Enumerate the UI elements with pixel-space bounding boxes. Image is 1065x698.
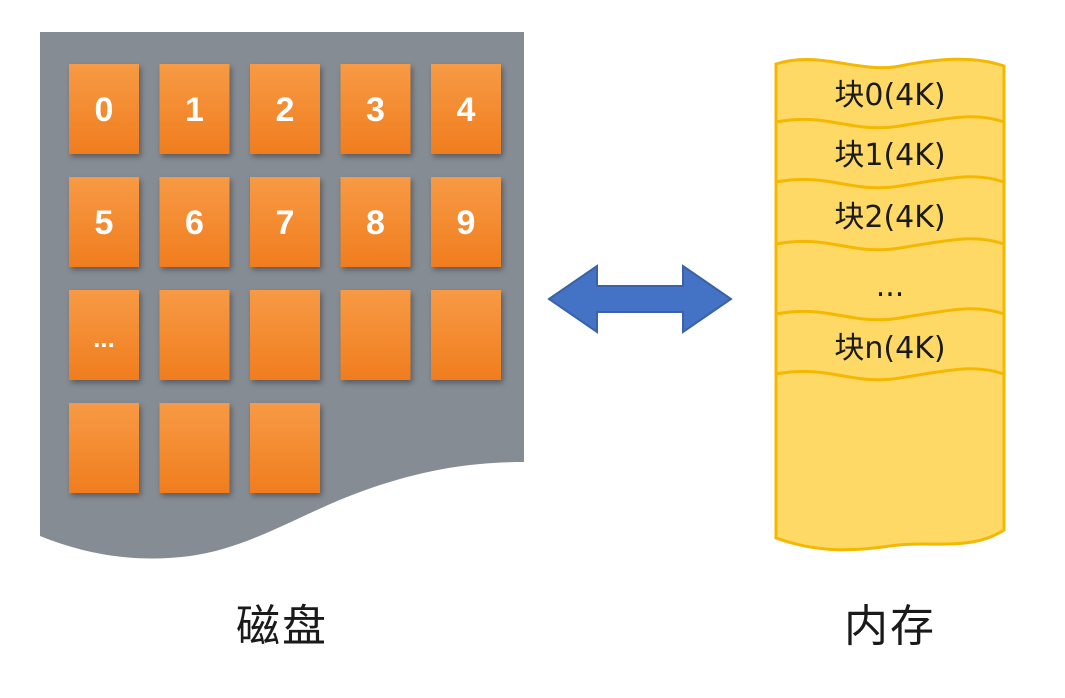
disk-block: 7 [250, 177, 320, 267]
disk-block-label: 6 [185, 204, 204, 242]
disk-block: 3 [340, 64, 411, 154]
disk-block [431, 290, 501, 380]
disk-block: 6 [159, 177, 230, 267]
disk-block-label: 1 [185, 91, 204, 129]
memory-block-label: 块n(4K) [834, 331, 945, 366]
disk-block: 5 [69, 177, 139, 267]
disk-block-label: ... [93, 323, 115, 353]
disk-block: 4 [431, 64, 501, 154]
memory-column [774, 57, 1006, 552]
disk-block-label: 7 [276, 204, 295, 242]
disk-block-label: 0 [95, 91, 114, 129]
disk-block-label: 5 [95, 204, 114, 242]
disk-block-rect [159, 290, 230, 380]
disk-block [250, 403, 320, 493]
disk-block: 2 [250, 64, 320, 154]
memory-block-label: 块2(4K) [834, 200, 945, 235]
memory-block-label: 块0(4K) [834, 78, 945, 113]
disk-caption: 磁盘 [236, 601, 328, 652]
disk-block-label: 4 [457, 91, 476, 129]
disk-block: ... [69, 290, 139, 380]
disk-block [340, 290, 411, 380]
disk-block [69, 403, 139, 493]
memory-block-label: 块1(4K) [834, 138, 945, 173]
disk-block-label: 8 [366, 204, 385, 242]
disk-block: 9 [431, 177, 501, 267]
disk-block [159, 403, 230, 493]
bidirectional-arrow-icon [547, 264, 733, 334]
disk-block: 1 [159, 64, 230, 154]
disk-block-rect [340, 290, 411, 380]
disk-block-rect [250, 403, 320, 493]
disk-block-label: 2 [276, 91, 295, 129]
memory-caption: 内存 [844, 601, 936, 652]
disk-block-rect [250, 290, 320, 380]
disk-block [159, 290, 230, 380]
disk-block [250, 290, 320, 380]
disk-block: 0 [69, 64, 139, 154]
disk-block-label: 3 [366, 91, 385, 129]
disk-block-label: 9 [457, 204, 476, 242]
disk-block-rect [69, 403, 139, 493]
memory-block-label: ... [876, 269, 905, 304]
disk-block-rect [431, 290, 501, 380]
disk-block: 8 [340, 177, 411, 267]
disk-block-rect [159, 403, 230, 493]
